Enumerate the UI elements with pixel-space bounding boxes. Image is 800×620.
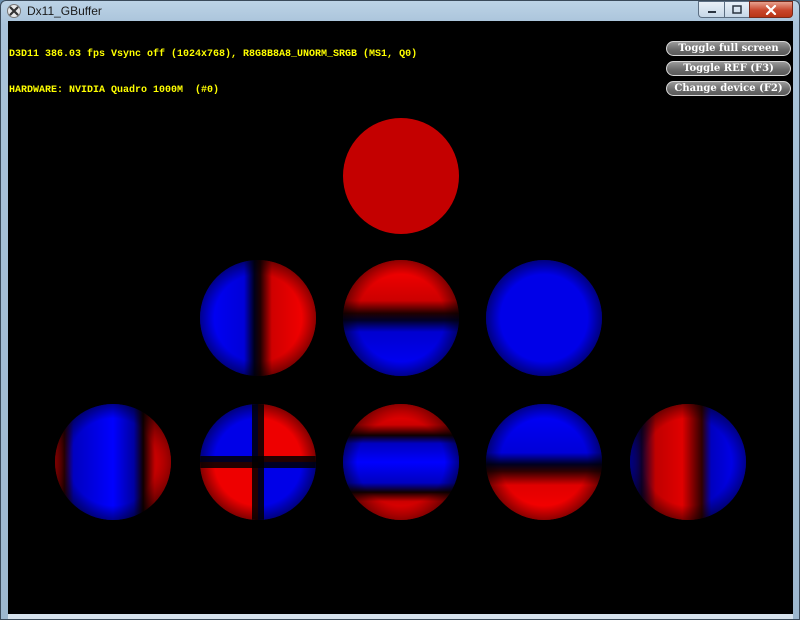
directx-x-icon <box>7 4 21 18</box>
sphere-l2-d <box>486 404 602 520</box>
stats-overlay: D3D11 386.03 fps Vsync off (1024x768), R… <box>9 25 417 121</box>
maximize-icon <box>732 5 742 14</box>
sphere-l0 <box>343 118 459 234</box>
change-device-button[interactable]: Change device (F2) <box>666 81 791 96</box>
maximize-button[interactable] <box>724 1 749 18</box>
sphere-l2-e <box>630 404 746 520</box>
title-bar[interactable]: Dx11_GBuffer <box>1 1 799 21</box>
render-viewport[interactable]: D3D11 386.03 fps Vsync off (1024x768), R… <box>8 21 793 614</box>
sphere-l2-a <box>55 404 171 520</box>
toggle-full-screen-button[interactable]: Toggle full screen <box>666 41 791 56</box>
toggle-ref-button[interactable]: Toggle REF (F3) <box>666 61 791 76</box>
minimize-icon <box>707 10 716 13</box>
sphere-l1-z <box>486 260 602 376</box>
window-title: Dx11_GBuffer <box>27 4 102 18</box>
window-bottom-border <box>8 614 793 619</box>
sphere-l2-b <box>200 404 316 520</box>
sphere-l1-y <box>343 260 459 376</box>
sphere-l1-x <box>200 260 316 376</box>
stats-fps-line: D3D11 386.03 fps Vsync off (1024x768), R… <box>9 49 418 60</box>
minimize-button[interactable] <box>698 1 724 18</box>
stats-hardware-line: HARDWARE: NVIDIA Quadro 1000M (#0) <box>9 85 220 96</box>
app-window: Dx11_GBuffer D3D11 386.03 fps Vsync off … <box>0 0 800 620</box>
sphere-l2-c <box>343 404 459 520</box>
close-button[interactable] <box>749 1 793 18</box>
close-icon <box>765 4 777 15</box>
caption-buttons <box>698 1 793 19</box>
